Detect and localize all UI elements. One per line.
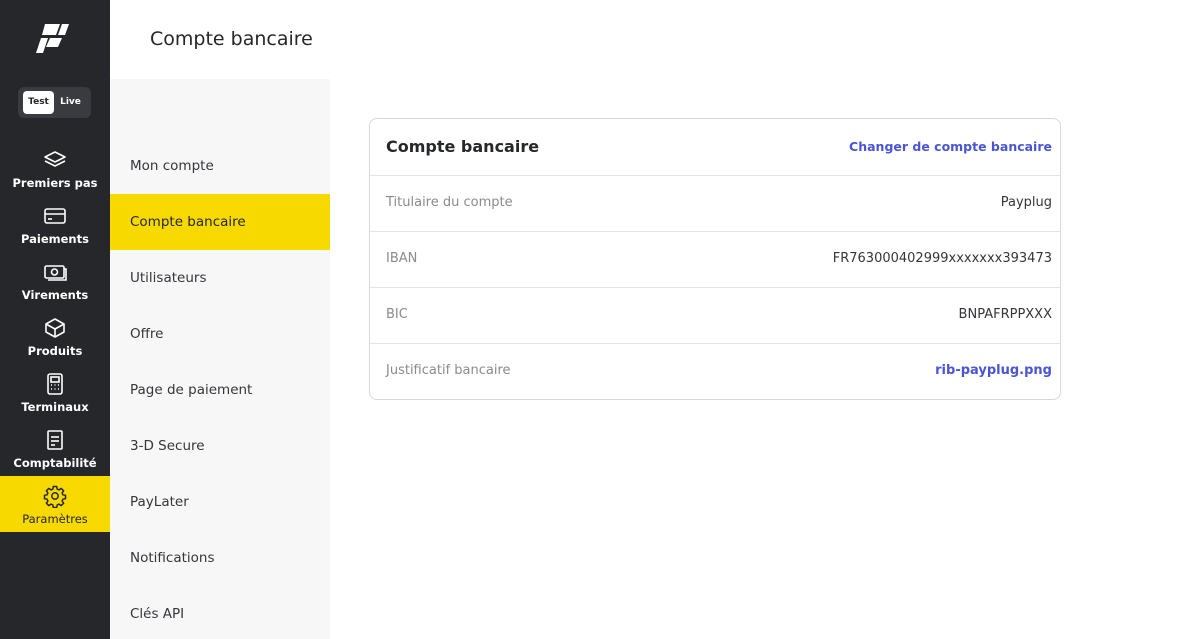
box-icon [45,318,65,338]
nav-item-premiers-pas[interactable]: Premiers pas [0,140,110,196]
nav-label: Comptabilité [13,456,97,470]
bank-account-card: Compte bancaire Changer de compte bancai… [369,118,1061,400]
nav-item-parametres[interactable]: Paramètres [0,476,110,532]
card-header: Compte bancaire Changer de compte bancai… [370,119,1060,176]
row-label: Justificatif bancaire [386,363,511,378]
nav-label: Terminaux [21,400,89,414]
mode-live-option[interactable]: Live [55,91,86,114]
mode-test-option[interactable]: Test [23,91,54,114]
payment-terminal-icon [47,373,63,395]
account-holder-row: Titulaire du compte Payplug [370,176,1060,232]
nav-label: Premiers pas [12,176,98,190]
main-sidebar: Test Live Premiers pas Paiements Viremen… [0,0,110,639]
nav-item-paiements[interactable]: Paiements [0,196,110,252]
card-title: Compte bancaire [386,137,540,156]
submenu-item-cles-api[interactable]: Clés API [110,586,330,639]
payplug-logo [36,24,69,53]
row-label: Titulaire du compte [386,195,513,210]
submenu-item-3d-secure[interactable]: 3-D Secure [110,418,330,474]
submenu-item-paylater[interactable]: PayLater [110,474,330,530]
bic-row: BIC BNPAFRPPXXX [370,288,1060,344]
credit-card-icon [44,208,66,224]
nav-item-comptabilite[interactable]: Comptabilité [0,420,110,476]
bank-proof-row: Justificatif bancaire rib-payplug.png [370,344,1060,400]
row-value: BNPAFRPPXXX [958,307,1052,322]
row-label: IBAN [386,251,418,266]
nav-label: Virements [21,288,89,302]
layers-icon [44,151,66,167]
nav-item-terminaux[interactable]: Terminaux [0,364,110,420]
row-label: BIC [386,307,408,322]
nav-item-virements[interactable]: Virements [0,252,110,308]
bank-proof-file-link[interactable]: rib-payplug.png [935,363,1052,378]
banknote-icon [44,265,67,281]
row-value: Payplug [1000,195,1052,210]
row-value: FR763000402999xxxxxxx393473 [832,251,1052,266]
submenu-item-offre[interactable]: Offre [110,306,330,362]
submenu-item-mon-compte[interactable]: Mon compte [110,138,330,194]
nav-label: Paiements [21,232,89,246]
iban-row: IBAN FR763000402999xxxxxxx393473 [370,232,1060,288]
nav-item-produits[interactable]: Produits [0,308,110,364]
app: Test Live Premiers pas Paiements Viremen… [0,0,1203,639]
submenu-item-page-de-paiement[interactable]: Page de paiement [110,362,330,418]
nav-label: Paramètres [22,512,88,526]
mode-toggle: Test Live [18,87,91,118]
receipt-icon [47,430,63,450]
page-title: Compte bancaire [150,28,313,50]
settings-submenu: Mon compte Compte bancaire Utilisateurs … [110,79,330,639]
change-bank-account-link[interactable]: Changer de compte bancaire [849,139,1052,154]
gear-icon [43,485,67,508]
submenu-item-compte-bancaire[interactable]: Compte bancaire [110,194,330,250]
submenu-item-notifications[interactable]: Notifications [110,530,330,586]
submenu-item-utilisateurs[interactable]: Utilisateurs [110,250,330,306]
nav-label: Produits [27,344,83,358]
